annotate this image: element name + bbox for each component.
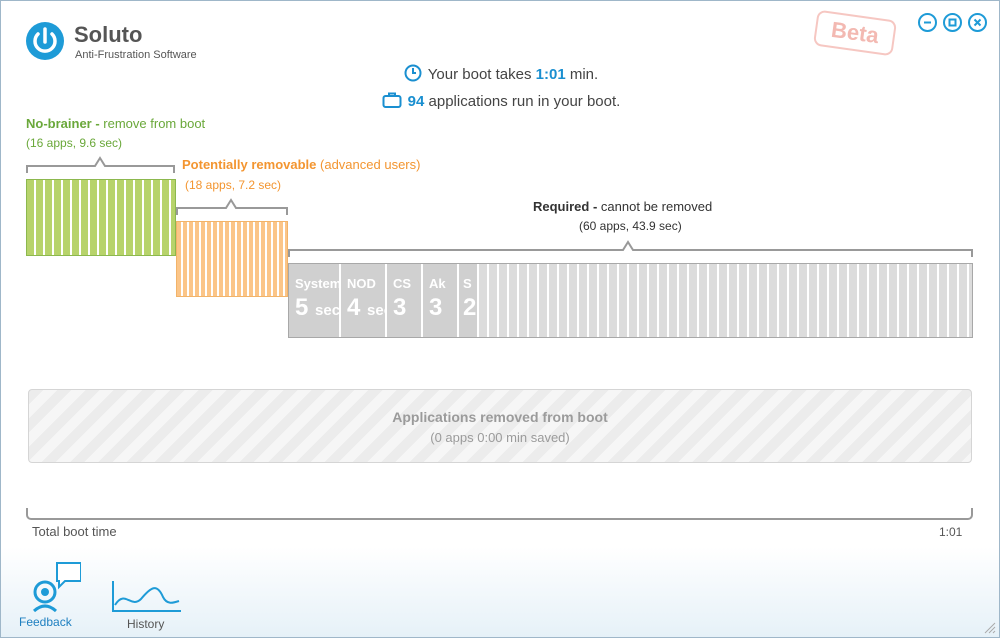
segment-time: 5 sec (295, 294, 341, 321)
segment-name: NOD (347, 276, 376, 291)
required-title: Required - (533, 199, 598, 214)
total-boot-time-label: Total boot time (32, 524, 117, 539)
beta-stamp: Beta (812, 9, 898, 57)
briefcase-icon (382, 92, 402, 108)
segment-time: 2 (463, 294, 477, 321)
potentially-removable-title: Potentially removable (182, 157, 317, 172)
maximize-icon (948, 18, 957, 27)
no-brainer-brace (26, 156, 175, 173)
feedback-label: Feedback (19, 615, 72, 629)
boot-time-summary: Your boot takes 1:01 min. (1, 64, 999, 83)
app-title: Soluto (74, 22, 143, 47)
no-brainer-bar[interactable] (26, 179, 176, 256)
close-icon (973, 18, 982, 27)
potentially-removable-bar[interactable] (176, 221, 288, 297)
required-app-segment[interactable]: Ak 3 (423, 264, 459, 337)
no-brainer-stats: (16 apps, 9.6 sec) (26, 136, 123, 150)
maximize-button[interactable] (943, 13, 962, 32)
potentially-removable-heading: Potentially removable (advanced users) (182, 157, 420, 172)
total-boot-time-end: 1:01 (939, 525, 963, 539)
boot-suffix: min. (569, 66, 599, 83)
segment-time: 3 (393, 294, 407, 321)
removed-apps-subtitle: (0 apps 0:00 min saved) (430, 430, 570, 445)
power-icon (26, 22, 64, 60)
close-button[interactable] (968, 13, 987, 32)
clock-icon (404, 64, 422, 82)
required-brace (288, 240, 973, 257)
potentially-removable-brace (176, 198, 288, 215)
required-heading: Required - cannot be removed (533, 199, 712, 214)
apps-summary: 94 applications run in your boot. (1, 91, 999, 110)
required-app-segment[interactable]: CS 3 (387, 264, 423, 337)
app-subtitle: Anti-Frustration Software (75, 49, 197, 61)
required-desc: cannot be removed (600, 199, 713, 214)
minimize-icon (924, 21, 931, 24)
segment-time: 3 (429, 294, 443, 321)
segment-name: System (295, 276, 341, 291)
no-brainer-title: No-brainer - (26, 116, 100, 131)
required-app-segment[interactable]: System 5 sec (289, 264, 341, 337)
history-button[interactable]: History (109, 579, 185, 635)
feedback-icon (32, 562, 81, 613)
segment-time: 4 sec (347, 294, 385, 321)
apps-suffix: applications run in your boot. (428, 93, 621, 110)
resize-grip-icon[interactable] (982, 620, 996, 634)
boot-time-value: 1:01 (535, 66, 566, 83)
segment-name: CS (393, 276, 412, 291)
required-stats: (60 apps, 43.9 sec) (579, 219, 682, 233)
potentially-removable-desc: (advanced users) (320, 157, 421, 172)
main-window: Soluto Anti-Frustration Software Beta Yo… (0, 0, 1000, 638)
no-brainer-desc: remove from boot (103, 116, 206, 131)
required-app-segment[interactable]: S 2 (459, 264, 479, 337)
segment-name: Ak (429, 276, 446, 291)
total-boot-timeline (26, 508, 973, 520)
potentially-removable-stats: (18 apps, 7.2 sec) (185, 178, 282, 192)
boot-prefix: Your boot takes (427, 66, 532, 83)
required-bar[interactable]: System 5 sec NOD 4 sec CS 3 Ak 3 S 2 (288, 263, 973, 338)
feedback-button[interactable]: Feedback (15, 561, 81, 631)
segment-name: S (463, 276, 472, 291)
apps-count: 94 (407, 93, 425, 110)
history-label: History (127, 617, 165, 631)
removed-apps-dropzone[interactable]: Applications removed from boot (0 apps 0… (28, 389, 972, 463)
history-icon (112, 581, 181, 612)
removed-apps-title: Applications removed from boot (392, 409, 608, 425)
minimize-button[interactable] (918, 13, 937, 32)
required-app-segment[interactable]: NOD 4 sec (341, 264, 387, 337)
no-brainer-heading: No-brainer - remove from boot (26, 116, 205, 131)
